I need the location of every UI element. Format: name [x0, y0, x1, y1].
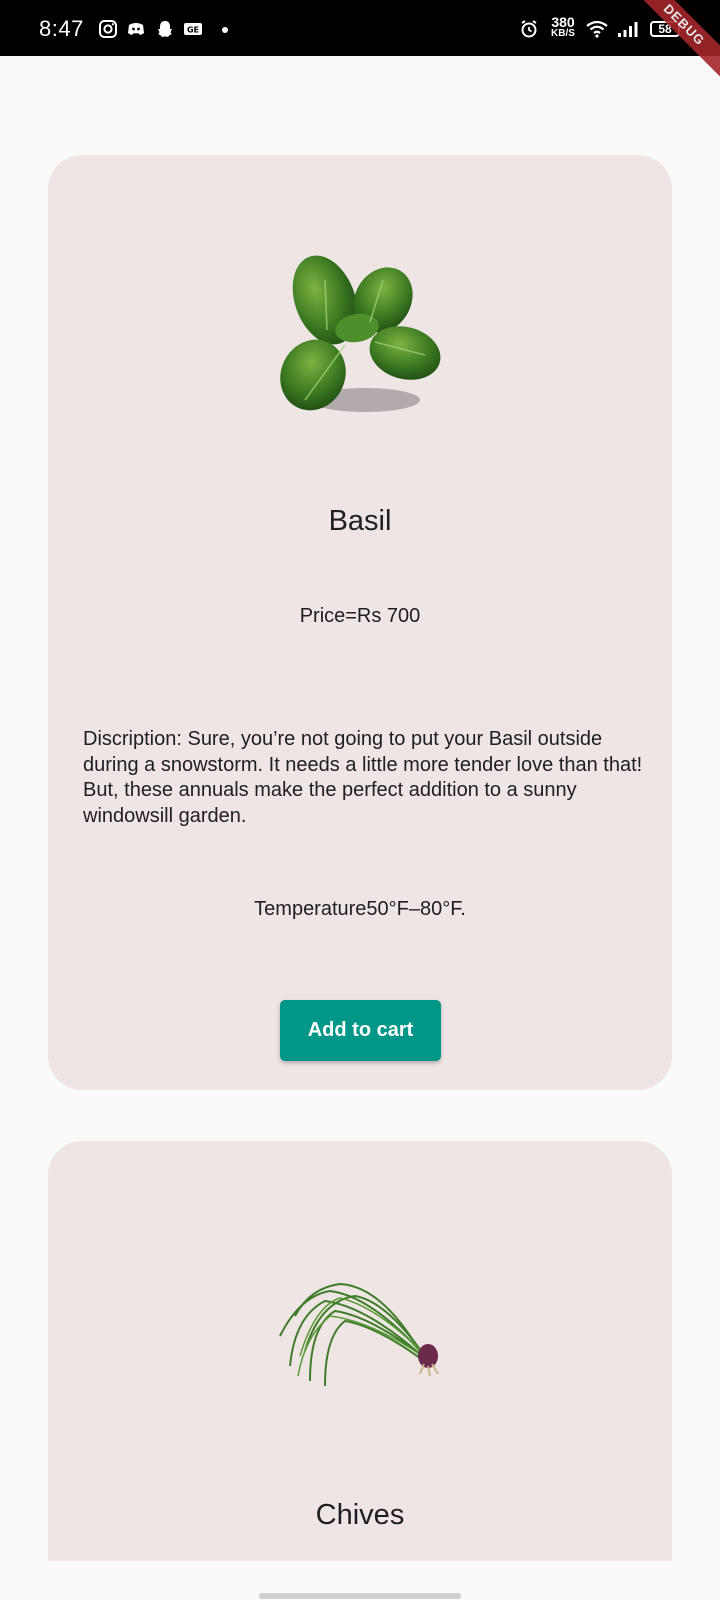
notification-dot-icon [222, 27, 228, 33]
product-card-basil: Basil Price=Rs 700 Discription: Sure, yo… [48, 155, 672, 1090]
product-temperature: Temperature50°F–80°F. [254, 898, 466, 920]
status-time: 8:47 [39, 16, 84, 41]
product-name: Chives [315, 1499, 405, 1531]
product-name: Basil [328, 505, 392, 537]
product-card-chives: Chives [48, 1141, 672, 1561]
network-speed-value: 380 [551, 14, 575, 30]
product-price: Price=Rs 700 [299, 605, 421, 627]
network-speed-unit: KB/S [551, 28, 575, 39]
alarm-icon [521, 20, 537, 38]
home-indicator[interactable] [259, 1593, 461, 1599]
chives-image [279, 1282, 439, 1387]
discord-icon [128, 23, 144, 35]
svg-text:GE: GE [187, 26, 199, 35]
product-description: Discription: Sure, you’re not going to p… [83, 728, 643, 827]
debug-banner: DEBUG [626, 0, 720, 83]
instagram-icon [99, 20, 117, 38]
add-to-cart-button[interactable]: Add to cart [280, 1000, 441, 1061]
news-icon: GE [184, 23, 202, 35]
status-bar: 8:47 GE 380 KB/S 58 DEBUG [0, 0, 720, 83]
basil-image [280, 255, 441, 412]
snapchat-icon [158, 21, 172, 37]
wifi-icon [586, 20, 608, 38]
signal-icon [618, 22, 638, 37]
network-speed: 380 KB/S [548, 14, 578, 39]
